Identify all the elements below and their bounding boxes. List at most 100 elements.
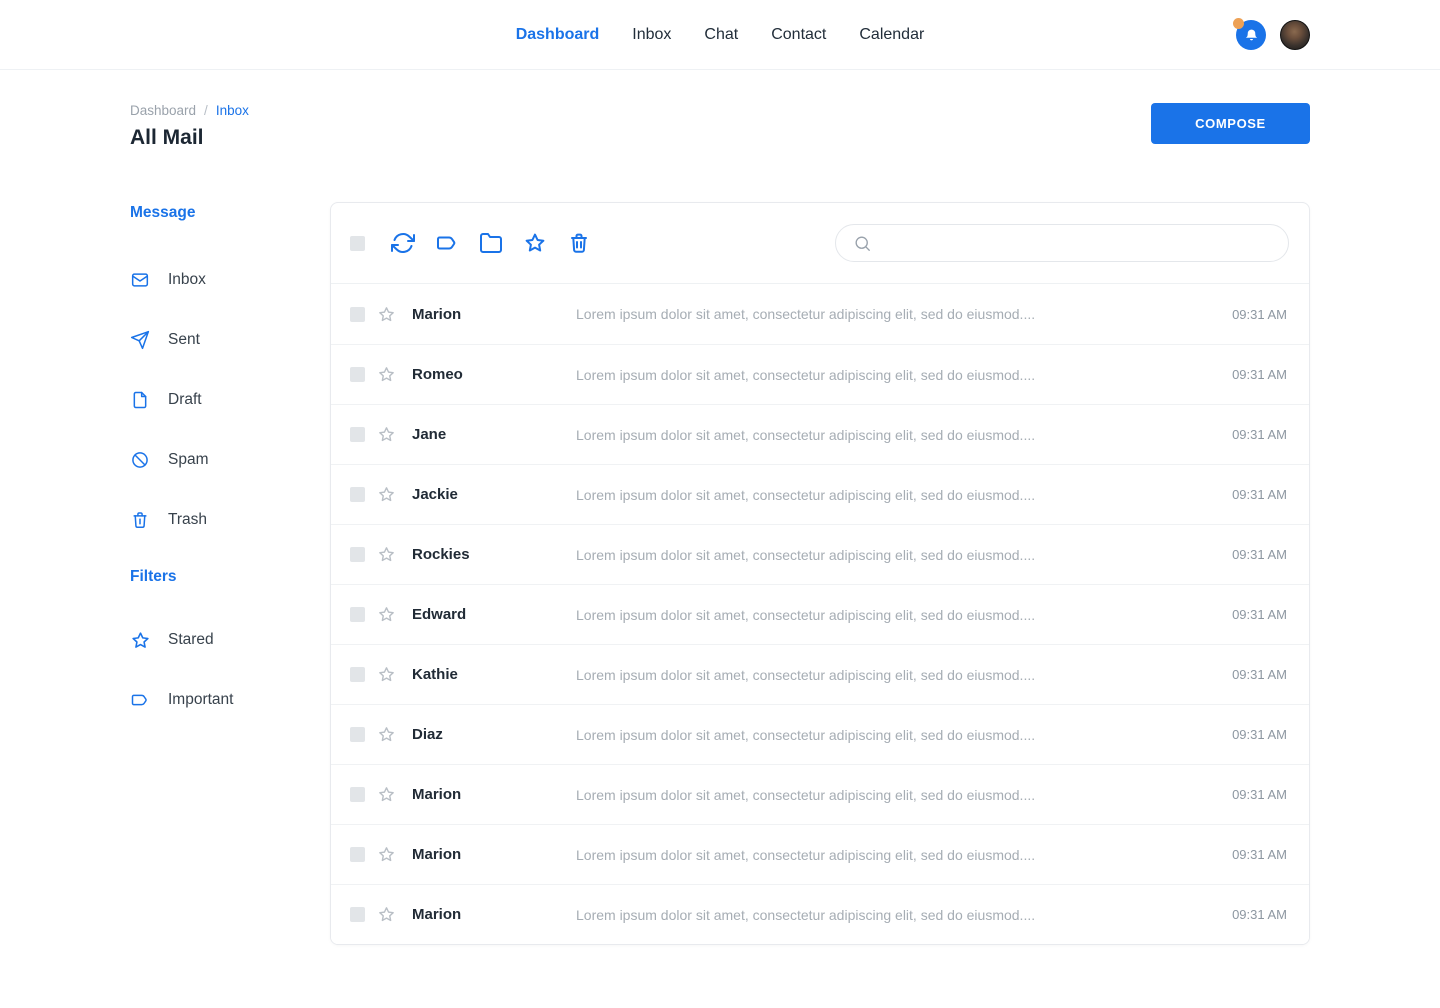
message-preview: Lorem ipsum dolor sit amet, consectetur … [576, 367, 1232, 383]
mail-rows: Marion Lorem ipsum dolor sit amet, conse… [331, 284, 1309, 944]
star-icon[interactable] [377, 425, 396, 444]
sidebar-item-draft[interactable]: Draft [130, 388, 330, 412]
row-checkbox[interactable] [350, 547, 365, 562]
row-checkbox[interactable] [350, 427, 365, 442]
star-icon[interactable] [377, 485, 396, 504]
sender-name: Diaz [412, 726, 576, 743]
user-avatar[interactable] [1280, 20, 1310, 50]
timestamp: 09:31 AM [1232, 667, 1287, 682]
row-checkbox[interactable] [350, 367, 365, 382]
star-icon[interactable] [377, 785, 396, 804]
mail-row[interactable]: Rockies Lorem ipsum dolor sit amet, cons… [331, 524, 1309, 584]
mail-list-card: Marion Lorem ipsum dolor sit amet, conse… [330, 202, 1310, 945]
search-icon [853, 234, 872, 253]
trash-icon[interactable] [567, 231, 591, 255]
refresh-icon[interactable] [391, 231, 415, 255]
sidebar-item-sent[interactable]: Sent [130, 328, 330, 352]
mail-row[interactable]: Jane Lorem ipsum dolor sit amet, consect… [331, 404, 1309, 464]
timestamp: 09:31 AM [1232, 847, 1287, 862]
nav-dashboard[interactable]: Dashboard [516, 26, 600, 44]
sidebar-section-message: Message [130, 204, 330, 222]
compose-button[interactable]: COMPOSE [1151, 103, 1310, 144]
breadcrumb-dashboard[interactable]: Dashboard [130, 103, 196, 118]
star-icon[interactable] [377, 305, 396, 324]
sender-name: Edward [412, 606, 576, 623]
timestamp: 09:31 AM [1232, 907, 1287, 922]
sidebar-item-label: Inbox [168, 271, 206, 289]
page-head: Dashboard / Inbox All Mail COMPOSE [130, 103, 1310, 150]
row-checkbox[interactable] [350, 307, 365, 322]
timestamp: 09:31 AM [1232, 547, 1287, 562]
star-icon [130, 630, 150, 650]
label-icon [130, 690, 150, 710]
timestamp: 09:31 AM [1232, 307, 1287, 322]
sidebar-item-inbox[interactable]: Inbox [130, 268, 330, 292]
sender-name: Marion [412, 786, 576, 803]
message-preview: Lorem ipsum dolor sit amet, consectetur … [576, 907, 1232, 923]
envelope-icon [130, 270, 150, 290]
file-icon [130, 390, 150, 410]
message-preview: Lorem ipsum dolor sit amet, consectetur … [576, 306, 1232, 322]
nav-contact[interactable]: Contact [771, 26, 826, 44]
sidebar-item-label: Trash [168, 511, 207, 529]
mail-row[interactable]: Edward Lorem ipsum dolor sit amet, conse… [331, 584, 1309, 644]
star-icon[interactable] [377, 605, 396, 624]
nav-inbox[interactable]: Inbox [632, 26, 671, 44]
timestamp: 09:31 AM [1232, 787, 1287, 802]
star-icon[interactable] [377, 845, 396, 864]
select-all-checkbox[interactable] [350, 236, 365, 251]
page-title: All Mail [130, 126, 249, 150]
message-preview: Lorem ipsum dolor sit amet, consectetur … [576, 607, 1232, 623]
sidebar-item-label: Spam [168, 451, 209, 469]
search-input[interactable] [881, 235, 1274, 251]
star-icon[interactable] [377, 365, 396, 384]
sender-name: Jane [412, 426, 576, 443]
mail-row[interactable]: Diaz Lorem ipsum dolor sit amet, consect… [331, 704, 1309, 764]
row-checkbox[interactable] [350, 487, 365, 502]
mail-row[interactable]: Marion Lorem ipsum dolor sit amet, conse… [331, 884, 1309, 944]
timestamp: 09:31 AM [1232, 427, 1287, 442]
mail-row[interactable]: Kathie Lorem ipsum dolor sit amet, conse… [331, 644, 1309, 704]
sender-name: Romeo [412, 366, 576, 383]
mail-row[interactable]: Marion Lorem ipsum dolor sit amet, conse… [331, 284, 1309, 344]
nav-calendar[interactable]: Calendar [859, 26, 924, 44]
star-icon[interactable] [377, 545, 396, 564]
paper-plane-icon [130, 330, 150, 350]
sidebar-item-label: Sent [168, 331, 200, 349]
star-icon[interactable] [523, 231, 547, 255]
mail-row[interactable]: Marion Lorem ipsum dolor sit amet, conse… [331, 764, 1309, 824]
search-bar[interactable] [835, 224, 1289, 262]
sidebar-section-filters: Filters [130, 568, 330, 586]
row-checkbox[interactable] [350, 667, 365, 682]
sender-name: Marion [412, 846, 576, 863]
page: Dashboard / Inbox All Mail COMPOSE Messa… [130, 103, 1310, 1005]
message-preview: Lorem ipsum dolor sit amet, consectetur … [576, 547, 1232, 563]
mail-toolbar [331, 203, 1309, 284]
nav-chat[interactable]: Chat [704, 26, 738, 44]
mail-row[interactable]: Jackie Lorem ipsum dolor sit amet, conse… [331, 464, 1309, 524]
star-icon[interactable] [377, 905, 396, 924]
mail-row[interactable]: Romeo Lorem ipsum dolor sit amet, consec… [331, 344, 1309, 404]
row-checkbox[interactable] [350, 607, 365, 622]
bell-notification-icon[interactable] [1236, 20, 1266, 50]
message-preview: Lorem ipsum dolor sit amet, consectetur … [576, 787, 1232, 803]
row-checkbox[interactable] [350, 787, 365, 802]
star-icon[interactable] [377, 665, 396, 684]
mail-row[interactable]: Marion Lorem ipsum dolor sit amet, conse… [331, 824, 1309, 884]
message-preview: Lorem ipsum dolor sit amet, consectetur … [576, 727, 1232, 743]
message-preview: Lorem ipsum dolor sit amet, consectetur … [576, 487, 1232, 503]
sidebar-item-label: Important [168, 691, 233, 709]
label-icon[interactable] [435, 231, 459, 255]
row-checkbox[interactable] [350, 907, 365, 922]
sidebar-item-label: Draft [168, 391, 202, 409]
row-checkbox[interactable] [350, 847, 365, 862]
folder-icon[interactable] [479, 231, 503, 255]
sidebar-item-trash[interactable]: Trash [130, 508, 330, 532]
bell-icon [1244, 28, 1259, 43]
sidebar-item-important[interactable]: Important [130, 688, 330, 712]
sidebar-item-spam[interactable]: Spam [130, 448, 330, 472]
sidebar-item-stared[interactable]: Stared [130, 628, 330, 652]
breadcrumb-inbox[interactable]: Inbox [216, 103, 249, 118]
row-checkbox[interactable] [350, 727, 365, 742]
star-icon[interactable] [377, 725, 396, 744]
